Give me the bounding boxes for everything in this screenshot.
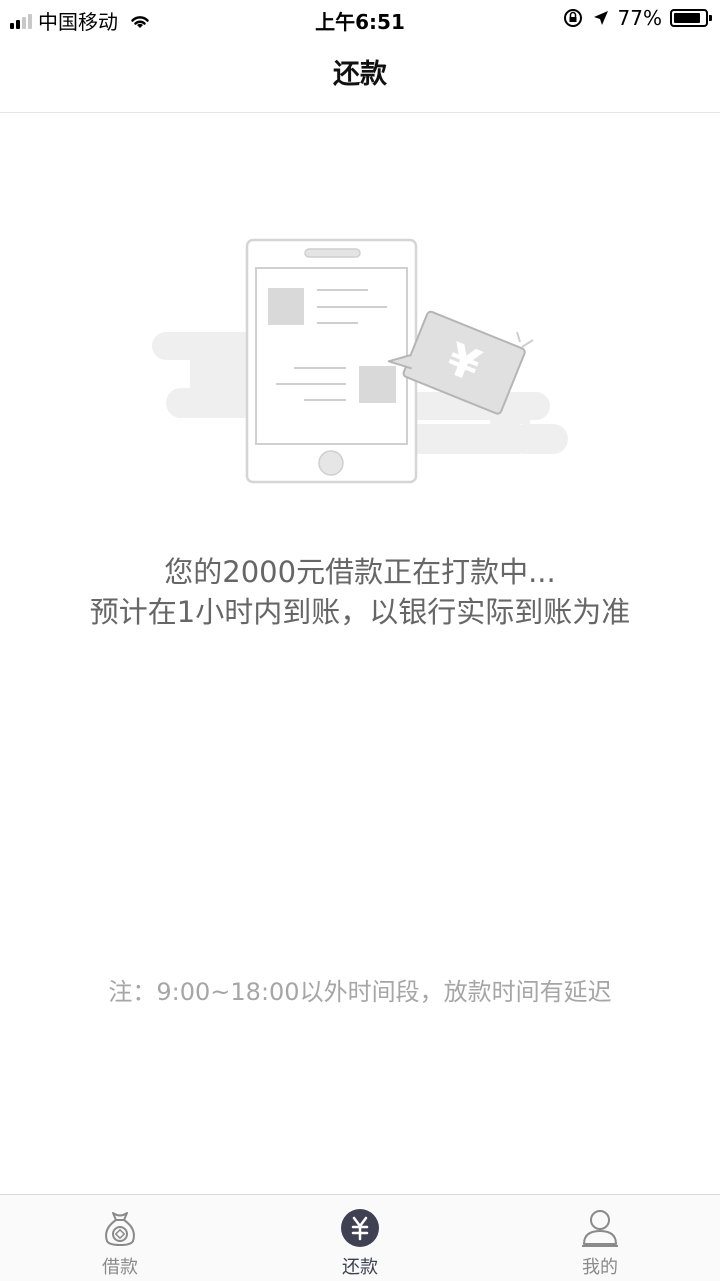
transfer-in-progress-illustration: ¥ bbox=[152, 238, 568, 484]
battery-percent: 77% bbox=[617, 6, 662, 30]
tab-borrow[interactable]: 借款 bbox=[0, 1195, 240, 1281]
delay-note: 注：9:00~18:00以外时间段，放款时间有延迟 bbox=[108, 978, 612, 1006]
tab-repay-label: 还款 bbox=[342, 1257, 378, 1278]
rotation-lock-icon bbox=[563, 9, 582, 27]
tab-bar: 借款 还款 我的 bbox=[0, 1194, 720, 1281]
location-arrow-icon bbox=[593, 11, 608, 25]
navigation-bar: 还款 bbox=[0, 38, 720, 113]
money-bag-icon bbox=[105, 1212, 135, 1247]
status-bar: 中国移动 上午6:51 77% bbox=[0, 0, 720, 38]
tab-repay[interactable]: 还款 bbox=[240, 1195, 480, 1281]
tab-mine[interactable]: 我的 bbox=[480, 1195, 720, 1281]
arrival-estimate-message: 预计在1小时内到账，以银行实际到账为准 bbox=[89, 595, 631, 629]
page-title: 还款 bbox=[333, 59, 387, 90]
tab-borrow-label: 借款 bbox=[102, 1257, 138, 1278]
transfer-status-message: 您的2000元借款正在打款中... bbox=[164, 555, 556, 589]
yen-circle-icon bbox=[341, 1209, 379, 1247]
battery-icon bbox=[670, 9, 712, 27]
status-right: 77% bbox=[562, 6, 712, 30]
tab-mine-label: 我的 bbox=[582, 1257, 618, 1278]
user-icon bbox=[582, 1210, 618, 1247]
